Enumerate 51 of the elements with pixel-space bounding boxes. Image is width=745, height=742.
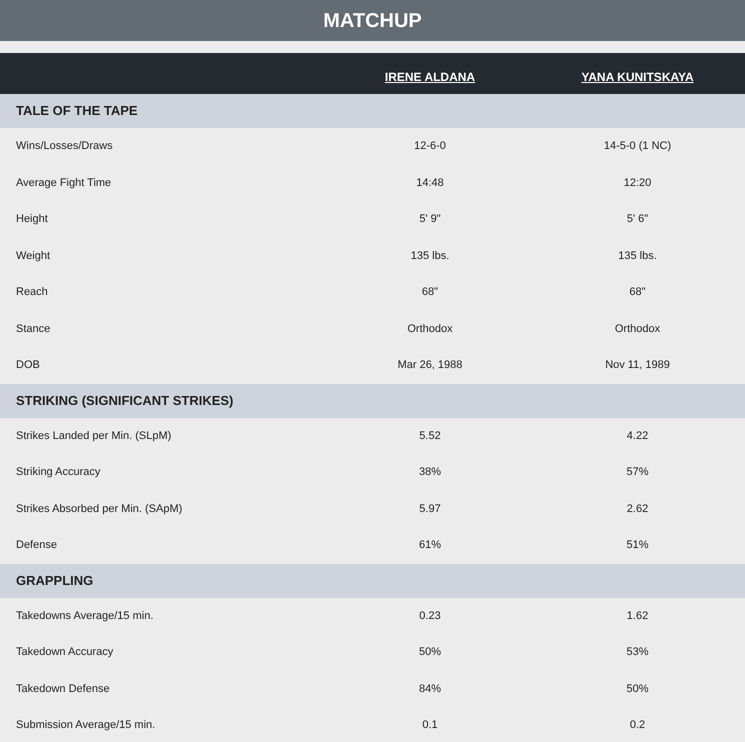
stat-value: 12-6-0 [414,139,446,154]
fighter-link[interactable]: YANA KUNITSKAYA [581,68,694,86]
stat-value: 5.52 [419,428,441,444]
stat-label: Reach [15,285,49,300]
section-title: GRAPPLING [16,572,94,590]
stat-label: Takedown Accuracy [15,645,114,660]
stat-value: Mar 26, 1988 [398,358,462,373]
stat-label: Stance [15,322,52,336]
stat-value: 4.22 [626,428,648,444]
stat-value: 135 lbs. [410,248,450,264]
stat-label: Striking Accuracy [15,465,102,480]
stat-label: Weight [15,248,52,264]
page-title: MATCHUP [323,8,422,34]
stat-value: 1.62 [626,608,648,624]
stat-value: 0.2 [630,718,646,733]
stat-value: 5' 9" [419,212,441,227]
stat-label: Strikes Landed per Min. (SLpM) [15,428,172,444]
stat-value: 5.97 [419,502,441,516]
section-title: TALE OF THE TAPE [16,102,138,120]
stat-value: 68" [422,285,438,300]
section-title: STRIKING (SIGNIFICANT STRIKES) [16,392,234,410]
stat-value: 38% [418,465,442,480]
stat-label: Wins/Losses/Draws [15,139,114,154]
stat-label: Strikes Absorbed per Min. (SApM) [15,502,184,516]
stat-value: 68" [629,285,646,300]
stat-label: Defense [15,538,58,553]
stat-label: Average Fight Time [15,176,112,190]
stat-value: 0.23 [419,608,441,624]
fighter-link[interactable]: IRENE ALDANA [384,68,476,86]
stat-value: 0.1 [422,718,438,733]
stat-value: 53% [626,645,649,660]
stat-value: 57% [626,465,649,480]
stat-label: DOB [15,358,41,373]
stat-value: 12:20 [624,176,652,190]
stat-value: Nov 11, 1989 [605,358,670,373]
stat-label: Takedowns Average/15 min. [15,608,154,624]
stat-value: 5' 6" [626,212,648,227]
stat-value: 50% [626,682,649,696]
stat-value: 2.62 [626,502,648,516]
stat-value: 50% [418,645,442,660]
stat-label: Submission Average/15 min. [15,718,156,733]
stat-value: 14-5-0 (1 NC) [604,139,672,154]
stat-value: 14:48 [416,176,444,190]
stat-label: Height [15,212,49,227]
stat-value: Orthodox [407,322,453,336]
stat-value: 51% [626,538,649,553]
stat-value: 61% [418,538,442,553]
stat-label: Takedown Defense [15,682,111,696]
stat-value: Orthodox [614,322,660,336]
stat-value: 84% [418,682,442,696]
stat-value: 135 lbs. [618,248,657,264]
